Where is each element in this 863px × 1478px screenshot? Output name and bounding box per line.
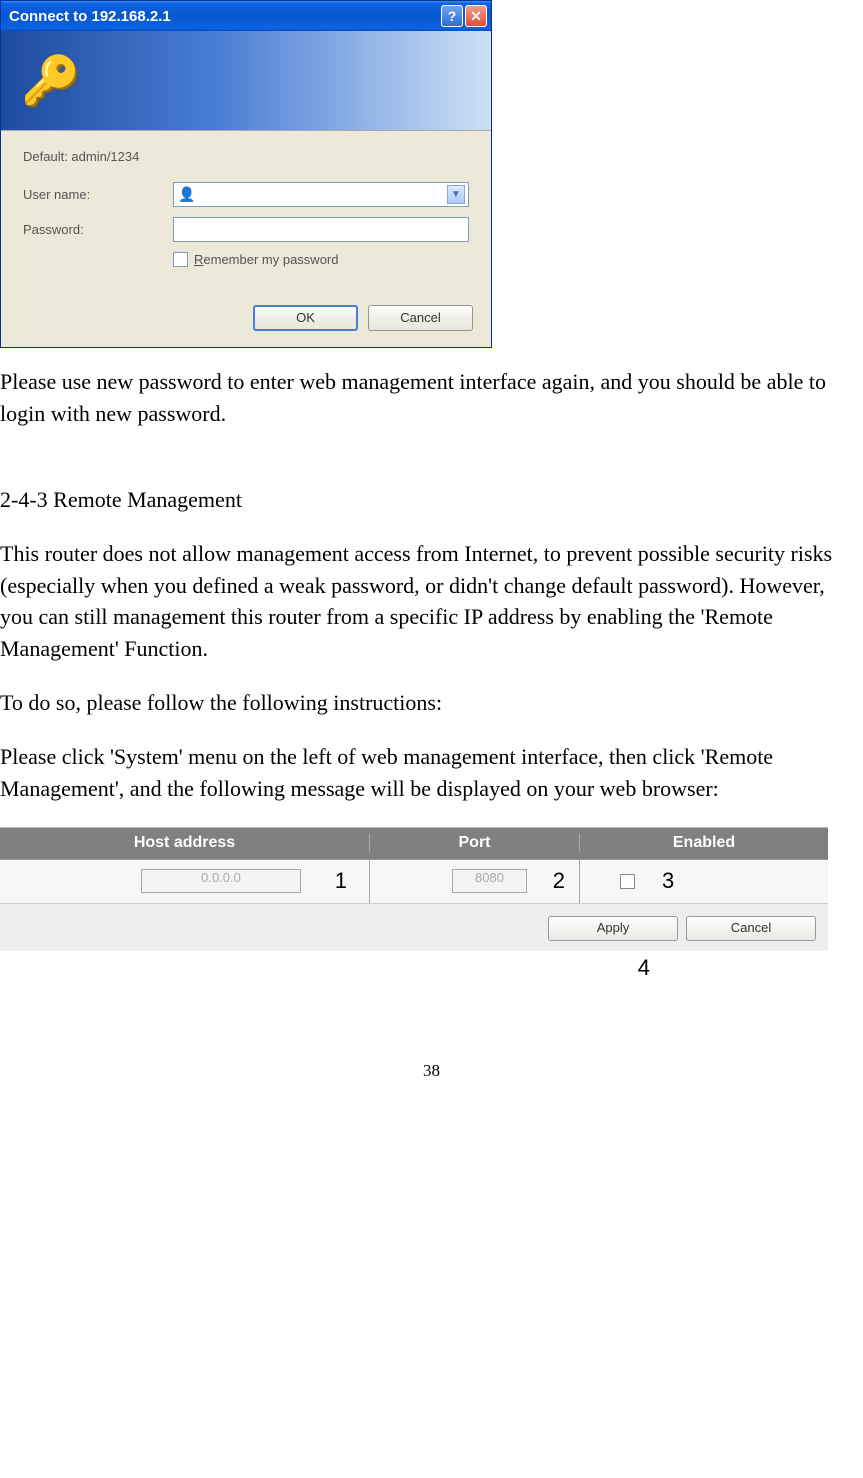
header-port: Port [370,834,580,852]
dialog-buttons: OK Cancel [1,267,491,331]
enabled-checkbox[interactable] [620,874,635,889]
close-button[interactable]: ✕ [465,5,487,27]
paragraph-2: This router does not allow management ac… [0,538,863,666]
port-input[interactable]: 8080 [452,869,527,893]
remote-management-panel: Host address Port Enabled 0.0.0.0 1 8080… [0,827,828,951]
default-hint-text: Default: admin/1234 [23,149,469,164]
host-address-input[interactable]: 0.0.0.0 [141,869,301,893]
dialog-title: Connect to 192.168.2.1 [9,8,439,25]
page-number: 38 [0,1061,863,1081]
remember-label: Remember my password [194,252,339,267]
login-form: Default: admin/1234 User name: 👤 ▼ Passw… [1,131,491,267]
document-body: Please use new password to enter web man… [0,366,863,805]
dialog-body: 🔑 Default: admin/1234 User name: 👤 ▼ Pas… [1,31,491,347]
rm-table-row: 0.0.0.0 1 8080 2 3 [0,860,828,904]
header-host: Host address [0,834,370,852]
section-heading: 2-4-3 Remote Management [0,484,863,516]
dialog-titlebar: Connect to 192.168.2.1 ? ✕ [1,1,491,31]
cancel-button[interactable]: Cancel [368,305,473,331]
header-enabled: Enabled [580,834,828,852]
username-row: User name: 👤 ▼ [23,182,469,207]
password-input[interactable] [173,217,469,242]
person-icon: 👤 [178,186,196,204]
rm-table-header: Host address Port Enabled [0,828,828,860]
annotation-3: 3 [662,868,674,894]
annotation-1: 1 [335,868,347,894]
password-row: Password: [23,217,469,242]
annotation-4: 4 [0,955,828,981]
remember-checkbox[interactable] [173,252,188,267]
username-input[interactable]: 👤 ▼ [173,182,469,207]
remember-row[interactable]: Remember my password [173,252,469,267]
rm-cancel-button[interactable]: Cancel [686,916,816,941]
username-label: User name: [23,187,173,202]
help-button[interactable]: ? [441,5,463,27]
annotation-2: 2 [553,868,565,894]
chevron-down-icon[interactable]: ▼ [447,185,465,204]
paragraph-3: To do so, please follow the following in… [0,687,863,719]
rm-buttons: Apply Cancel [0,904,828,941]
paragraph-1: Please use new password to enter web man… [0,366,863,430]
password-label: Password: [23,222,173,237]
apply-button[interactable]: Apply [548,916,678,941]
xp-login-dialog: Connect to 192.168.2.1 ? ✕ 🔑 Default: ad… [0,0,492,348]
keys-icon: 🔑 [21,52,81,109]
paragraph-4: Please click 'System' menu on the left o… [0,741,863,805]
dialog-banner: 🔑 [1,31,491,131]
ok-button[interactable]: OK [253,305,358,331]
